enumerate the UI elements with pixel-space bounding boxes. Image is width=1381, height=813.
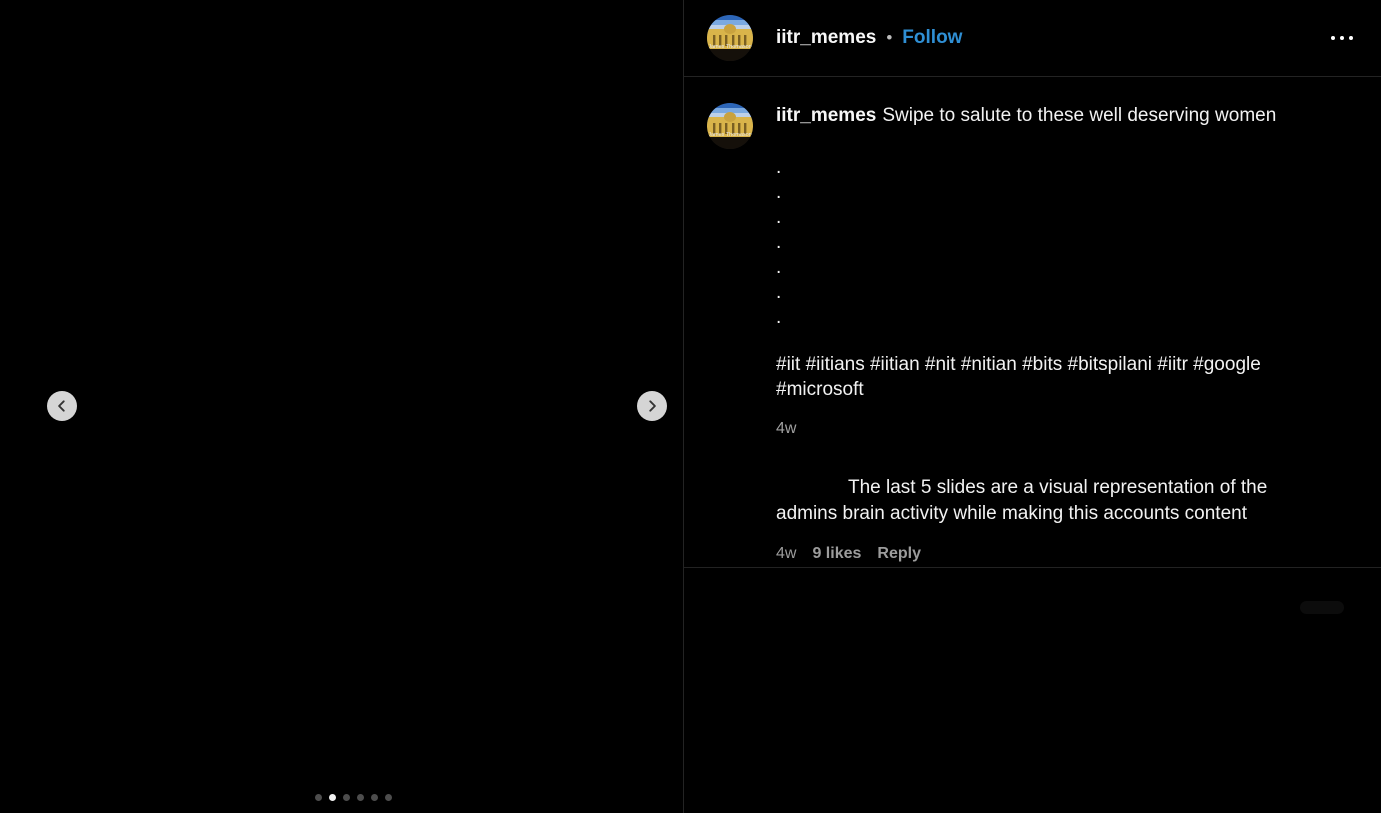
comment-timestamp: 4w	[776, 541, 796, 567]
carousel-dot[interactable]	[371, 794, 378, 801]
carousel-prev-button[interactable]	[47, 391, 77, 421]
comment-meta: 4w 9 likes Reply	[776, 541, 1276, 567]
carousel-dot[interactable]	[329, 794, 336, 801]
chevron-right-icon	[645, 399, 659, 413]
caption-hashtags: #iit #iitians #iitian #nit #nitian #bits…	[776, 352, 1276, 402]
more-options-button[interactable]	[1329, 28, 1355, 48]
caption-text: Swipe to salute to these well deserving …	[882, 105, 1276, 126]
carousel-dot[interactable]	[343, 794, 350, 801]
profile-photo-building: James Thomason	[707, 103, 753, 149]
dot-separator: •	[886, 28, 892, 48]
comment-likes[interactable]: 9 likes	[812, 541, 861, 567]
header-username[interactable]: iitr_memes	[776, 27, 876, 49]
faint-redacted-element	[1300, 601, 1344, 614]
avatar[interactable]: James Thomason	[707, 15, 753, 61]
chevron-left-icon	[55, 399, 69, 413]
comments-section: James Thomason iitr_memes Swipe to salute…	[684, 77, 1381, 567]
post-header: James Thomason iitr_memes • Follow	[684, 0, 1381, 77]
section-divider	[684, 567, 1381, 568]
carousel-dots	[315, 794, 392, 801]
more-dots-icon	[1331, 36, 1335, 40]
comment-text-line-1: The last 5 slides are a visual represent…	[776, 475, 1276, 501]
svg-text:James Thomason: James Thomason	[708, 44, 752, 50]
caption-text-line: iitr_memes Swipe to salute to these well …	[776, 103, 1276, 128]
svg-text:James Thomason: James Thomason	[708, 132, 752, 138]
caption-username[interactable]: iitr_memes	[776, 105, 876, 126]
caption-row: James Thomason iitr_memes Swipe to salute…	[707, 103, 1355, 567]
carousel-dot[interactable]	[357, 794, 364, 801]
comment-reply-button[interactable]: Reply	[877, 541, 921, 567]
caption-column: iitr_memes Swipe to salute to these well …	[776, 103, 1276, 567]
avatar[interactable]: James Thomason	[707, 103, 753, 149]
post-info-panel: James Thomason iitr_memes • Follow	[684, 0, 1381, 813]
follow-button[interactable]: Follow	[902, 27, 962, 49]
caption-dot-lines: . . . . . . .	[776, 155, 1276, 330]
hashtag-line[interactable]: #microsoft	[776, 377, 1276, 402]
carousel-next-button[interactable]	[637, 391, 667, 421]
post-media	[0, 0, 684, 813]
carousel-dot[interactable]	[385, 794, 392, 801]
hashtag-line[interactable]: #iit #iitians #iitian #nit #nitian #bits…	[776, 352, 1276, 377]
instagram-post-modal: James Thomason iitr_memes • Follow	[0, 0, 1381, 813]
profile-photo-building: James Thomason	[707, 15, 753, 61]
redacted-commenter-username[interactable]	[776, 492, 848, 493]
carousel-dot[interactable]	[315, 794, 322, 801]
comment: The last 5 slides are a visual represent…	[776, 475, 1276, 567]
comment-text-line-2: admins brain activity while making this …	[776, 501, 1276, 527]
caption-timestamp: 4w	[776, 416, 1276, 441]
